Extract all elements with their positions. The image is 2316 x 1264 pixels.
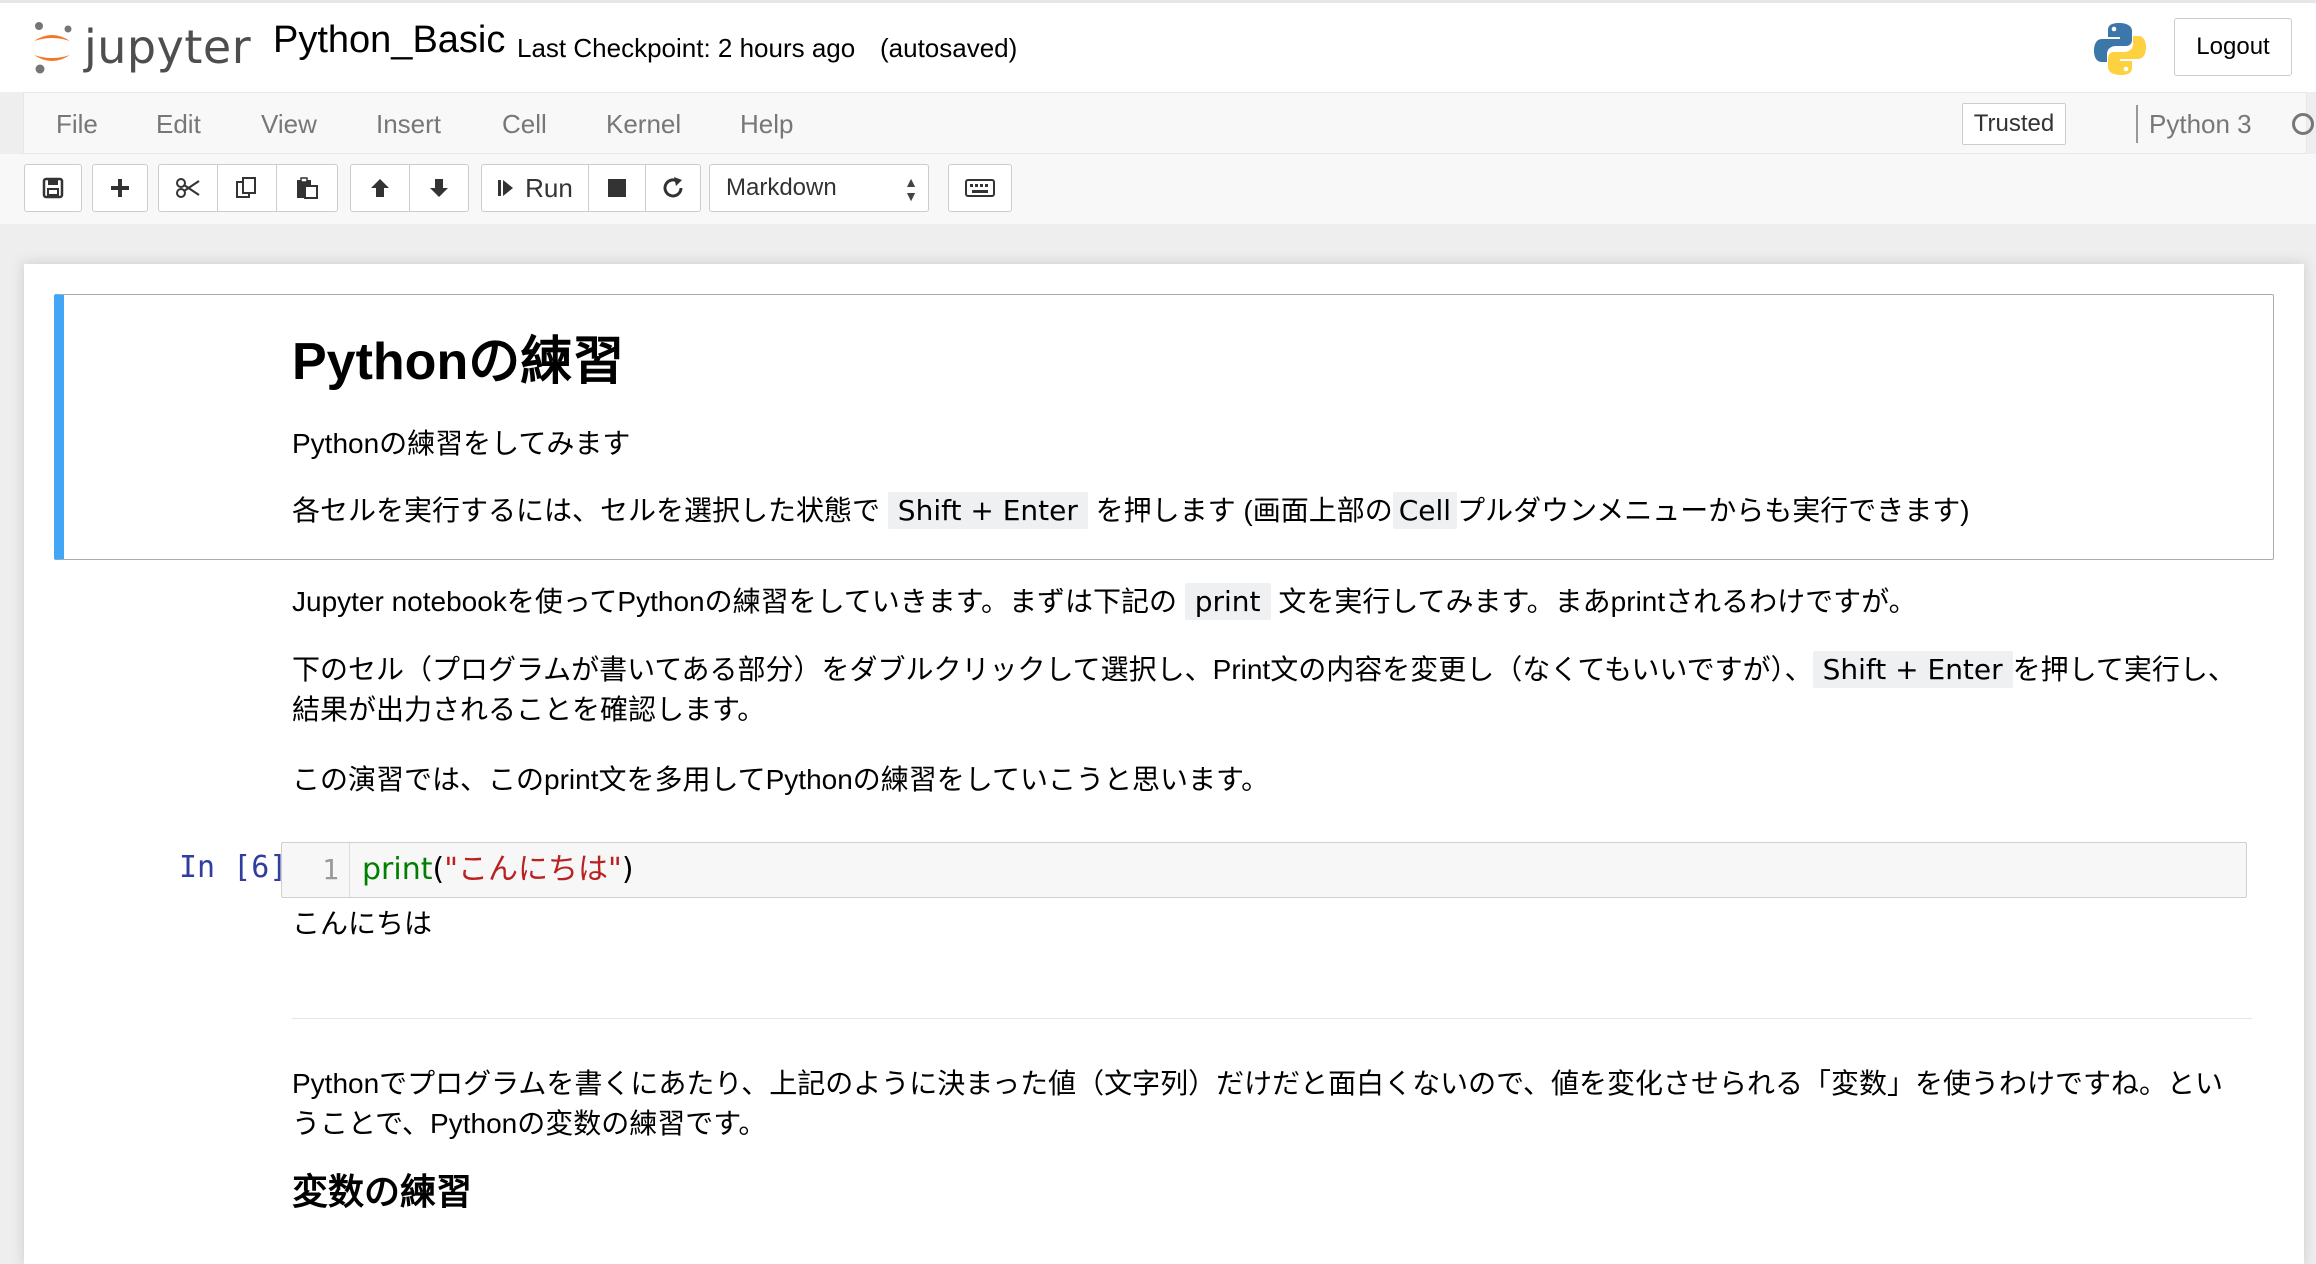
menu-edit[interactable]: Edit — [156, 109, 201, 140]
scissors-icon — [176, 178, 200, 198]
md-paragraph-instructions: 下のセル（プログラムが書いてある部分）をダブルクリックして選択し、Print文の… — [292, 650, 2236, 690]
menu-kernel[interactable]: Kernel — [606, 109, 681, 140]
md-paragraph-variables-line1: Pythonでプログラムを書くにあたり、上記のように決まった値（文字列）だけだと… — [292, 1068, 2223, 1099]
horizontal-rule — [292, 1018, 2252, 1019]
md-paragraph-run-instructions: 各セルを実行するには、セルを選択した状態で Shift + Enter を押しま… — [292, 491, 1970, 531]
move-down-button[interactable] — [409, 164, 469, 212]
menu-cell[interactable]: Cell — [502, 109, 547, 140]
text-fragment: 文を実行してみます。まあprintされるわけですが。 — [1278, 586, 1917, 617]
menubar: File Edit View Insert Cell Kernel Help T… — [23, 92, 2314, 154]
jupyter-logo-icon — [34, 22, 72, 74]
interrupt-button[interactable] — [588, 164, 646, 212]
checkpoint-status: Last Checkpoint: 2 hours ago — [517, 33, 856, 63]
cut-button[interactable] — [158, 164, 218, 212]
inline-code: Cell — [1392, 492, 1458, 529]
inline-code: Shift + Enter — [887, 492, 1088, 529]
header: jupyter Python_Basic Last Checkpoint: 2 … — [0, 0, 2316, 92]
inline-code: Shift + Enter — [1812, 651, 2013, 688]
text-fragment: 下のセル（プログラムが書いてある部分）をダブルクリックして選択し、Print文の… — [292, 654, 1813, 685]
logout-button[interactable]: Logout — [2174, 18, 2292, 76]
text-fragment: を押して実行し、 — [2012, 654, 2236, 685]
inline-code: print — [1184, 583, 1271, 620]
step-forward-icon — [498, 180, 514, 196]
menu-help[interactable]: Help — [740, 109, 793, 140]
md-paragraph-variables-line2: うことで、Pythonの変数の練習です。 — [292, 1108, 767, 1139]
python-logo-icon — [2094, 23, 2146, 75]
stop-icon — [608, 179, 626, 197]
code-function: print — [362, 852, 433, 887]
cell-type-select[interactable]: Markdown ▲ ▼ — [709, 164, 929, 212]
notebook-page: Pythonの練習 Pythonの練習をしてみます 各セルを実行するには、セルを… — [24, 264, 2304, 1264]
code-string: "こんにちは" — [444, 852, 622, 887]
cell-type-value: Markdown — [726, 174, 837, 201]
cell-output: こんにちは — [292, 908, 433, 939]
md-paragraph-instructions-line2: 結果が出力されることを確認します。 — [292, 694, 766, 725]
line-number: 1 — [282, 843, 350, 897]
kernel-divider — [2136, 105, 2138, 143]
plus-icon — [111, 179, 129, 197]
run-button[interactable]: Run — [481, 164, 589, 212]
run-label: Run — [525, 172, 573, 203]
kernel-idle-icon — [2292, 113, 2314, 135]
save-button[interactable] — [24, 164, 82, 212]
trusted-indicator[interactable]: Trusted — [1962, 103, 2066, 145]
command-palette-button[interactable] — [948, 164, 1012, 212]
select-arrows-icon: ▲ ▼ — [904, 174, 918, 204]
autosave-status: (autosaved) — [880, 33, 1018, 63]
heading-title: Pythonの練習 — [292, 333, 625, 391]
paste-icon — [297, 177, 318, 199]
code-paren: ( — [432, 852, 445, 887]
restart-kernel-button[interactable] — [645, 164, 701, 212]
kernel-name[interactable]: Python 3 — [2149, 109, 2252, 140]
notebook-area[interactable]: Pythonの練習 Pythonの練習をしてみます 各セルを実行するには、セルを… — [0, 224, 2316, 1264]
arrow-down-icon — [430, 179, 448, 197]
notebook-name[interactable]: Python_Basic — [273, 19, 505, 62]
text-fragment: プルダウンメニューからも実行できます) — [1457, 495, 1970, 526]
menu-file[interactable]: File — [56, 109, 98, 140]
text-fragment: を押します (画面上部の — [1095, 495, 1393, 526]
menu-view[interactable]: View — [261, 109, 317, 140]
toolbar: Run Markdown ▲ ▼ — [0, 154, 2316, 224]
copy-button[interactable] — [217, 164, 277, 212]
move-up-button[interactable] — [350, 164, 410, 212]
menu-insert[interactable]: Insert — [376, 109, 441, 140]
refresh-icon — [663, 177, 683, 198]
copy-icon — [236, 177, 256, 198]
paste-button[interactable] — [276, 164, 338, 212]
md-paragraph: この演習では、このprint文を多用してPythonの練習をしていこうと思います… — [292, 764, 1270, 795]
md-heading-python-practice: Pythonの練習 — [292, 333, 625, 391]
keyboard-icon — [965, 179, 995, 197]
heading-variables-title: 変数の練習 — [292, 1171, 473, 1212]
jupyter-wordmark: jupyter — [84, 20, 252, 74]
code-line[interactable]: print("こんにちは") — [362, 843, 634, 897]
md-heading-variables: 変数の練習 — [292, 1172, 472, 1212]
insert-cell-button[interactable] — [92, 164, 148, 212]
code-paren: ) — [621, 852, 634, 887]
floppy-disk-icon — [42, 177, 64, 199]
text-fragment: Jupyter notebookを使ってPythonの練習をしていきます。まずは… — [292, 586, 1177, 617]
jupyter-logo[interactable]: jupyter — [30, 17, 251, 77]
text-fragment: 各セルを実行するには、セルを選択した状態で — [292, 495, 881, 526]
code-cell-editor[interactable]: 1 print("こんにちは") — [281, 842, 2247, 898]
md-paragraph-intro: Jupyter notebookを使ってPythonの練習をしていきます。まずは… — [292, 582, 1917, 622]
arrow-up-icon — [371, 179, 389, 197]
md-paragraph: Pythonの練習をしてみます — [292, 428, 631, 459]
